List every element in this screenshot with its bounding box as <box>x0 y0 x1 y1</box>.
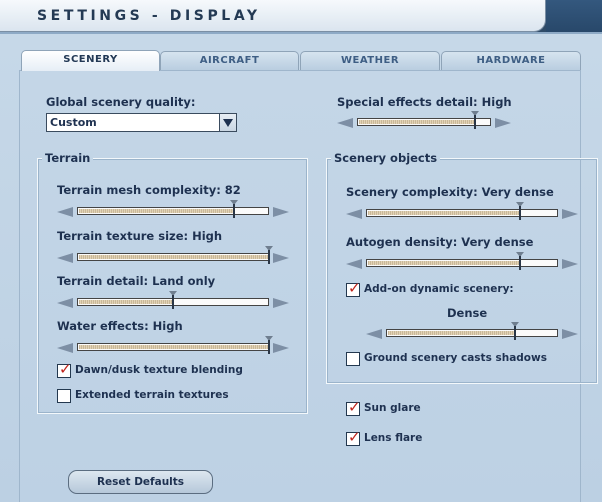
check-mark-icon: ✓ <box>348 428 361 446</box>
chevron-down-icon[interactable] <box>219 114 236 131</box>
scenery-complexity-label: Scenery complexity: Very dense <box>346 185 554 199</box>
slider-right-arrow-icon[interactable] <box>562 209 578 219</box>
ground-shadows-label[interactable]: Ground scenery casts shadows <box>364 352 547 364</box>
check-mark-icon: ✓ <box>348 279 361 297</box>
extended-textures-label[interactable]: Extended terrain textures <box>75 389 229 401</box>
slider-right-arrow-icon[interactable] <box>495 118 511 128</box>
tab-weather[interactable]: WEATHER <box>300 51 440 70</box>
water-effects-label: Water effects: High <box>57 319 183 333</box>
terrain-texture-slider[interactable] <box>57 246 289 264</box>
terrain-mesh-label: Terrain mesh complexity: 82 <box>57 183 241 197</box>
slider-right-arrow-icon[interactable] <box>273 298 289 308</box>
slider-track[interactable] <box>357 118 491 126</box>
lens-flare-label[interactable]: Lens flare <box>364 432 422 444</box>
slider-right-arrow-icon[interactable] <box>273 207 289 217</box>
special-effects-slider[interactable] <box>337 111 511 129</box>
slider-thumb[interactable] <box>470 111 479 131</box>
addon-scenery-checkbox[interactable]: ✓ <box>346 279 361 297</box>
special-effects-label: Special effects detail: High <box>337 95 512 109</box>
terrain-detail-slider[interactable] <box>57 291 289 309</box>
slider-left-arrow-icon[interactable] <box>57 298 73 308</box>
check-mark-icon: ✓ <box>59 360 72 378</box>
slider-track[interactable] <box>77 253 269 261</box>
slider-track[interactable] <box>77 207 269 215</box>
extended-textures-checkbox[interactable]: ✓ <box>57 389 71 403</box>
autogen-density-slider[interactable] <box>346 252 578 270</box>
addon-scenery-slider[interactable] <box>366 322 578 340</box>
reset-defaults-button[interactable]: Reset Defaults <box>68 470 213 494</box>
slider-track[interactable] <box>366 259 558 267</box>
slider-left-arrow-icon[interactable] <box>337 118 353 128</box>
terrain-group-title: Terrain <box>42 151 94 165</box>
scenery-complexity-slider[interactable] <box>346 202 578 220</box>
sun-glare-checkbox[interactable]: ✓ <box>346 398 361 416</box>
addon-scenery-value: Dense <box>447 306 488 320</box>
settings-window: SETTINGS - DISPLAY SCENERY AIRCRAFT WEAT… <box>0 0 602 502</box>
autogen-density-label: Autogen density: Very dense <box>346 235 534 249</box>
slider-right-arrow-icon[interactable] <box>562 259 578 269</box>
slider-thumb[interactable] <box>230 200 239 220</box>
water-effects-slider[interactable] <box>57 336 289 354</box>
scenery-objects-title: Scenery objects <box>331 151 441 165</box>
slider-left-arrow-icon[interactable] <box>346 209 362 219</box>
slider-thumb[interactable] <box>169 291 177 311</box>
title-bar: SETTINGS - DISPLAY <box>0 0 546 32</box>
slider-right-arrow-icon[interactable] <box>273 343 289 353</box>
addon-scenery-label[interactable]: Add-on dynamic scenery: <box>364 283 514 295</box>
window-title: SETTINGS - DISPLAY <box>37 8 261 24</box>
slider-left-arrow-icon[interactable] <box>346 259 362 269</box>
tab-scenery[interactable]: SCENERY <box>21 50 160 71</box>
slider-left-arrow-icon[interactable] <box>57 253 73 263</box>
terrain-mesh-slider[interactable] <box>57 200 289 218</box>
slider-thumb[interactable] <box>265 336 273 356</box>
slider-left-arrow-icon[interactable] <box>57 343 73 353</box>
global-quality-label: Global scenery quality: <box>46 95 196 109</box>
ground-shadows-checkbox[interactable]: ✓ <box>346 352 360 366</box>
sun-glare-label[interactable]: Sun glare <box>364 402 421 414</box>
slider-track[interactable] <box>77 343 269 351</box>
dawn-dusk-label[interactable]: Dawn/dusk texture blending <box>75 364 243 376</box>
slider-track[interactable] <box>386 329 558 337</box>
panel-divider <box>0 32 602 34</box>
slider-left-arrow-icon[interactable] <box>57 207 73 217</box>
tab-aircraft[interactable]: AIRCRAFT <box>160 51 299 70</box>
slider-thumb[interactable] <box>515 202 524 222</box>
title-corner <box>546 0 602 32</box>
slider-thumb[interactable] <box>511 322 519 342</box>
dawn-dusk-checkbox[interactable]: ✓ <box>57 360 72 378</box>
slider-right-arrow-icon[interactable] <box>562 329 578 339</box>
slider-track[interactable] <box>366 209 558 217</box>
terrain-detail-label: Terrain detail: Land only <box>57 274 216 288</box>
lens-flare-checkbox[interactable]: ✓ <box>346 428 361 446</box>
tab-hardware[interactable]: HARDWARE <box>441 51 581 70</box>
slider-left-arrow-icon[interactable] <box>366 329 382 339</box>
slider-thumb[interactable] <box>515 252 524 272</box>
terrain-texture-label: Terrain texture size: High <box>57 229 223 243</box>
check-mark-icon: ✓ <box>348 398 361 416</box>
slider-thumb[interactable] <box>265 246 273 266</box>
slider-right-arrow-icon[interactable] <box>273 253 289 263</box>
global-quality-select[interactable]: Custom <box>46 113 237 132</box>
global-quality-value: Custom <box>50 116 97 129</box>
